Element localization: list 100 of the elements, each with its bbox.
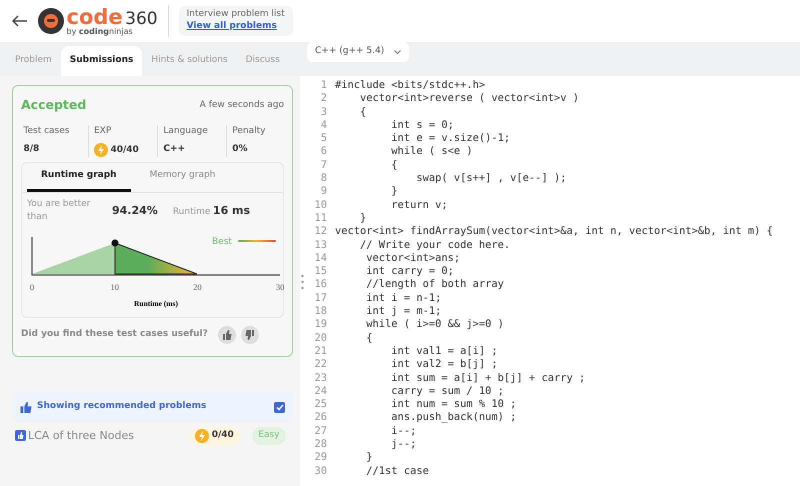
code-line: int carry = 0; <box>365 265 454 278</box>
better-than-value: 94.24% <box>112 203 158 219</box>
line-number: 26 <box>313 411 328 425</box>
lightning-icon <box>94 143 108 158</box>
difficulty-tag: Easy <box>252 427 286 444</box>
graph-tab[interactable]: Memory graph <box>136 163 230 192</box>
feedback-question: Did you find these test cases useful? <box>21 328 208 341</box>
recommended-label: Showing recommended problems <box>37 400 208 414</box>
line-number: 5 <box>320 132 328 146</box>
logo-wordmark: code <box>66 6 123 28</box>
code-line: int i = n-1; <box>365 292 442 306</box>
code-line: { <box>359 106 366 119</box>
line-number: 7 <box>320 158 328 172</box>
line-number: 8 <box>320 172 328 186</box>
stat-value: 0% <box>232 143 249 156</box>
tab[interactable]: Discuss <box>236 46 289 76</box>
x-tick-label: 20 <box>192 282 202 292</box>
code-line: { <box>365 332 373 345</box>
x-tick-label: 0 <box>29 282 34 292</box>
runtime-label: Runtime <box>172 206 210 219</box>
back-arrow-icon[interactable] <box>12 15 28 27</box>
line-number: 14 <box>313 252 328 266</box>
line-number: 10 <box>313 198 328 212</box>
line-number: 6 <box>320 145 328 159</box>
stat-value: C++ <box>163 143 186 156</box>
line-number: 23 <box>313 372 328 385</box>
lightning-icon <box>195 428 210 443</box>
code-line: int val2 = b[j] ; <box>390 358 498 372</box>
code-line: int j = m-1; <box>365 305 442 318</box>
tab[interactable]: Problem <box>6 46 61 76</box>
line-number: 2 <box>320 92 328 106</box>
status-text: Accepted <box>21 96 86 114</box>
line-number: 27 <box>313 424 328 438</box>
code-line: ans.push_back(num) ; <box>390 411 516 425</box>
thumbs-up-icon <box>222 330 232 340</box>
stat-label: Penalty <box>232 124 266 138</box>
problem-title[interactable]: LCA of three Nodes <box>28 428 187 444</box>
code-line: int sum = a[i] + b[j] + carry ; <box>390 372 586 385</box>
stat-label: Test cases <box>24 124 70 138</box>
code-line: // Write your code here. <box>359 238 510 252</box>
line-number: 12 <box>313 225 328 239</box>
code-line: //1st case <box>365 464 429 478</box>
current-runtime-dot <box>111 239 118 246</box>
resize-handle-icon[interactable] <box>301 274 304 290</box>
code-line: vector<int>reverse ( vector<int>v ) <box>359 92 579 106</box>
code-line: #include <bits/stdc++.h> <box>335 79 486 92</box>
legend-label: Best <box>212 236 232 247</box>
language-dropdown[interactable]: C++ (g++ 5.4) <box>307 42 410 62</box>
runtime-value: 16 ms <box>212 203 250 219</box>
chevron-down-icon <box>394 50 402 54</box>
view-all-problems-link[interactable]: View all problems <box>186 21 285 33</box>
logo-tagline: by codingninjas <box>66 28 134 36</box>
thumbs-up-button[interactable] <box>218 326 236 344</box>
better-than-label: You are better than <box>27 198 92 224</box>
line-number: 3 <box>320 106 328 119</box>
code-line: vector<int> findArraySum(vector<int>&a, int n, vector<int>&b, int m) { <box>335 225 773 239</box>
thumbs-up-icon <box>20 402 32 412</box>
line-number: 13 <box>313 238 328 252</box>
graph-tab[interactable]: Runtime graph <box>27 163 131 192</box>
code-editor[interactable] <box>305 76 800 486</box>
stat-value: 8/8 <box>24 143 40 156</box>
line-number: 16 <box>313 278 328 292</box>
problem-icon <box>14 430 26 442</box>
code-line: int s = 0; <box>390 118 454 132</box>
thumbs-down-button[interactable] <box>240 326 259 344</box>
legend-gradient-line <box>238 240 276 242</box>
line-number: 18 <box>313 305 328 318</box>
stat-value: 40/40 <box>110 144 139 156</box>
code-line: while ( s<e ) <box>390 145 473 159</box>
tab[interactable]: Submissions <box>60 46 142 76</box>
line-number: 22 <box>313 358 328 372</box>
code-line: int num = sum % 10 ; <box>390 398 516 412</box>
code-line: j--; <box>390 438 416 452</box>
line-number: 20 <box>313 332 328 345</box>
line-number: 28 <box>313 438 328 452</box>
tab[interactable]: Hints & solutions <box>142 46 237 76</box>
line-number: 9 <box>320 185 328 199</box>
line-number: 25 <box>313 398 328 412</box>
x-tick-label: 10 <box>110 282 118 292</box>
code-line: { <box>390 158 398 172</box>
code-line: carry = sum / 10 ; <box>390 384 504 398</box>
line-number: 21 <box>313 344 328 358</box>
line-number: 15 <box>313 265 328 278</box>
line-number: 11 <box>313 212 328 226</box>
thumbs-down-icon <box>244 330 255 340</box>
stat-label: EXP <box>94 124 112 138</box>
line-number: 29 <box>313 451 328 465</box>
line-number: 24 <box>313 384 328 398</box>
line-number: 4 <box>320 118 328 132</box>
code-line: } <box>359 212 366 226</box>
code-line: //length of both array <box>365 278 504 292</box>
checkbox[interactable] <box>274 402 285 412</box>
code-line: swap( v[s++] , v[e--] ); <box>415 172 566 186</box>
stat-label: Language <box>163 124 209 138</box>
code-line: vector<int>ans; <box>365 252 460 266</box>
line-number: 17 <box>313 292 328 306</box>
code-line: while ( i>=0 && j>=0 ) <box>365 318 504 332</box>
line-number: 19 <box>313 318 328 332</box>
code-line: i--; <box>390 424 416 438</box>
line-number: 1 <box>320 79 328 92</box>
